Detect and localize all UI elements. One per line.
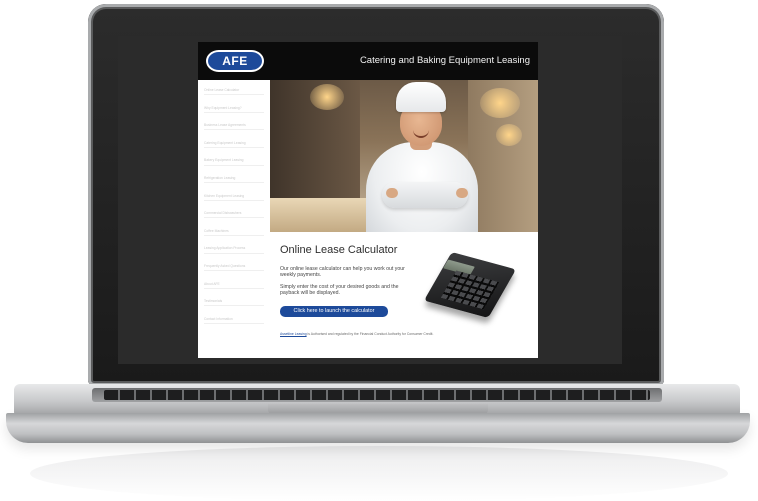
sidebar-item[interactable]: Commercial Dishwashers: [204, 211, 264, 219]
sidebar-item[interactable]: Frequently Asked Questions: [204, 264, 264, 272]
calculator-section: Online Lease Calculator Our online lease…: [270, 232, 538, 358]
chef-hand: [386, 188, 398, 198]
hero-image-chef: [270, 80, 538, 232]
sidebar-item[interactable]: Leasing Application Process: [204, 246, 264, 254]
regulatory-text: is Authorised and regulated by the Finan…: [306, 332, 434, 336]
sidebar-item[interactable]: Bakery Equipment Leasing: [204, 158, 264, 166]
website-page: AFE Catering and Baking Equipment Leasin…: [198, 42, 538, 358]
sidebar-item[interactable]: About AFE: [204, 282, 264, 289]
sidebar-item[interactable]: Business Lease Agreements: [204, 123, 264, 131]
laptop-screen: AFE Catering and Baking Equipment Leasin…: [118, 36, 622, 364]
hero-lamp-glow: [496, 124, 522, 146]
calculator-heading: Online Lease Calculator: [280, 244, 398, 256]
launch-calculator-button[interactable]: Click here to launch the calculator: [280, 306, 388, 317]
keyboard-keys: [104, 390, 650, 400]
sidebar-item[interactable]: Catering Equipment Leasing: [204, 141, 264, 148]
sidebar-item[interactable]: Contact Information: [204, 317, 264, 324]
sidebar-item[interactable]: Coffee Machines: [204, 229, 264, 236]
sidebar-item[interactable]: Online Lease Calculator: [204, 88, 264, 96]
sidebar-item[interactable]: Testimonials: [204, 299, 264, 307]
afe-logo[interactable]: AFE: [206, 50, 264, 72]
chef-hat: [396, 82, 446, 112]
regulatory-notice: Assetline Leasing is Authorised and regu…: [280, 332, 530, 336]
calculator-icon: [423, 252, 520, 318]
assetline-link[interactable]: Assetline Leasing: [280, 332, 307, 336]
calculator-instructions: Simply enter the cost of your desired go…: [280, 284, 399, 297]
laptop-mockup: AFE Catering and Baking Equipment Leasin…: [0, 0, 758, 501]
sidebar-nav: Online Lease Calculator Why Equipment Lea…: [198, 80, 271, 358]
hero-lamp-glow: [310, 84, 344, 110]
sidebar-item[interactable]: Kitchen Equipment Leasing: [204, 194, 264, 201]
hero-lamp-glow: [480, 88, 520, 118]
sidebar-item[interactable]: Why Equipment Leasing?: [204, 106, 264, 113]
site-header: AFE Catering and Baking Equipment Leasin…: [198, 42, 538, 80]
sidebar-item[interactable]: Refrigeration Leasing: [204, 176, 264, 184]
chef-hand: [456, 188, 468, 198]
laptop-reflection: [30, 446, 728, 501]
site-tagline: Catering and Baking Equipment Leasing: [359, 55, 530, 66]
calculator-description: Our online lease calculator can help you…: [280, 266, 405, 279]
laptop-base-bottom: [6, 413, 750, 443]
